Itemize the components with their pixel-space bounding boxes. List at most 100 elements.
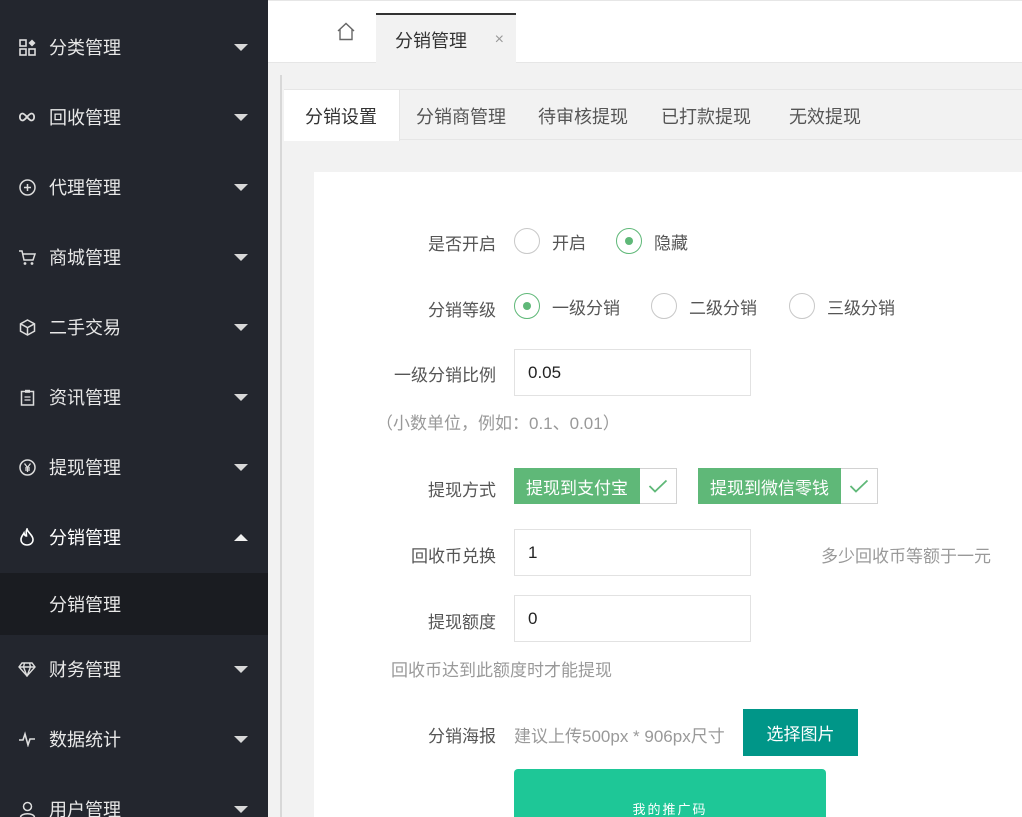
sidebar-item-label: 数据统计 — [49, 730, 121, 750]
radio-circle — [514, 228, 540, 254]
top-tab-bar: 分销管理 × — [268, 0, 1022, 64]
sidebar-subitem-distribution[interactable]: 分销管理 — [0, 573, 268, 635]
sidebar-item-mall[interactable]: 商城管理 — [0, 222, 268, 292]
checkbox-wechat[interactable]: 提现到微信零钱 — [698, 468, 878, 504]
radio-label: 二级分销 — [689, 298, 757, 318]
diamond-icon — [18, 660, 36, 678]
tab-invalid-withdrawals[interactable]: 无效提现 — [789, 90, 861, 141]
checkmark-icon — [640, 468, 677, 504]
radio-level-1[interactable]: 一级分销 — [514, 293, 620, 319]
pulse-icon — [18, 730, 36, 748]
chevron-down-icon — [234, 113, 248, 121]
radio-level-2[interactable]: 二级分销 — [651, 293, 757, 319]
sidebar: 分类管理 回收管理 代理管理 商城管理 二手交易 资讯管理 提现管理 分销管理 … — [0, 0, 268, 817]
chevron-down-icon — [234, 393, 248, 401]
sidebar-item-statistics[interactable]: 数据统计 — [0, 704, 268, 774]
checkbox-label: 提现到微信零钱 — [698, 468, 841, 504]
tab-label: 已打款提现 — [661, 106, 751, 127]
chevron-down-icon — [234, 183, 248, 191]
coin-exchange-label: 回收币兑换 — [411, 547, 496, 566]
chevron-down-icon — [234, 665, 248, 673]
checkbox-label: 提现到支付宝 — [514, 468, 640, 504]
poster-preview: 我的推广码 — [514, 769, 826, 817]
coin-exchange-hint: 多少回收币等额于一元 — [821, 547, 991, 566]
sidebar-item-category[interactable]: 分类管理 — [0, 12, 268, 82]
clipboard-icon — [18, 388, 36, 406]
tab-distribution-settings[interactable]: 分销设置 — [284, 90, 400, 141]
chevron-down-icon — [234, 735, 248, 743]
chevron-down-icon — [234, 805, 248, 813]
page-tab-label: 分销管理 — [395, 30, 467, 51]
sidebar-item-label: 用户管理 — [49, 800, 121, 817]
sub-tabs: 分销设置 分销商管理 待审核提现 已打款提现 无效提现 — [284, 89, 1022, 141]
infinity-icon — [18, 108, 36, 126]
sidebar-item-news[interactable]: 资讯管理 — [0, 362, 268, 432]
enable-label: 是否开启 — [428, 235, 496, 254]
radio-circle — [789, 293, 815, 319]
radio-label: 开启 — [552, 233, 586, 253]
sidebar-item-withdraw[interactable]: 提现管理 — [0, 432, 268, 502]
ratio-label: 一级分销比例 — [394, 366, 496, 385]
poster-size-hint: 建议上传500px * 906px尺寸 — [514, 727, 725, 746]
sidebar-item-agent[interactable]: 代理管理 — [0, 152, 268, 222]
radio-label: 一级分销 — [552, 298, 620, 318]
sidebar-item-label: 财务管理 — [49, 660, 121, 680]
chevron-down-icon — [234, 323, 248, 331]
withdraw-limit-input[interactable]: 0 — [514, 595, 751, 642]
sidebar-item-label: 回收管理 — [49, 108, 121, 128]
radio-label: 三级分销 — [827, 298, 895, 318]
cube-icon — [18, 318, 36, 336]
tab-label: 分销商管理 — [416, 106, 506, 127]
sidebar-item-users[interactable]: 用户管理 — [0, 774, 268, 817]
radio-circle — [616, 228, 642, 254]
tab-label: 无效提现 — [789, 106, 861, 127]
home-icon — [336, 22, 356, 46]
tab-pending-withdrawals[interactable]: 待审核提现 — [538, 90, 628, 141]
coin-exchange-input[interactable]: 1 — [514, 529, 751, 576]
tab-paid-withdrawals[interactable]: 已打款提现 — [661, 90, 751, 141]
tab-label: 分销设置 — [305, 106, 377, 127]
sidebar-item-label: 分销管理 — [49, 528, 121, 548]
sidebar-item-label: 商城管理 — [49, 248, 121, 268]
chevron-up-icon — [234, 533, 248, 541]
close-icon[interactable]: × — [495, 31, 504, 49]
tab-label: 待审核提现 — [538, 106, 628, 127]
level-label: 分销等级 — [428, 301, 496, 320]
radio-circle — [514, 293, 540, 319]
withdraw-limit-label: 提现额度 — [428, 613, 496, 632]
grid-icon — [18, 38, 36, 56]
sidebar-item-label: 分类管理 — [49, 38, 121, 58]
cart-icon — [18, 248, 36, 266]
chevron-down-icon — [234, 253, 248, 261]
select-image-button[interactable]: 选择图片 — [743, 709, 858, 756]
sidebar-item-finance[interactable]: 财务管理 — [0, 634, 268, 704]
checkbox-alipay[interactable]: 提现到支付宝 — [514, 468, 677, 504]
sidebar-item-label: 代理管理 — [49, 178, 121, 198]
user-icon — [18, 800, 36, 817]
sidebar-item-distribution[interactable]: 分销管理 — [0, 502, 268, 572]
flame-icon — [18, 528, 36, 546]
ratio-hint: （小数单位，例如：0.1、0.01） — [376, 414, 620, 433]
yen-circle-icon — [18, 458, 36, 476]
sidebar-item-secondhand[interactable]: 二手交易 — [0, 292, 268, 362]
radio-label: 隐藏 — [654, 233, 688, 253]
checkmark-icon — [841, 468, 878, 504]
radio-enable-hide[interactable]: 隐藏 — [616, 228, 688, 254]
radio-circle — [651, 293, 677, 319]
page-tab-distribution[interactable]: 分销管理 × — [376, 13, 516, 64]
radio-enable-on[interactable]: 开启 — [514, 228, 586, 254]
sidebar-item-recycle[interactable]: 回收管理 — [0, 82, 268, 152]
chevron-down-icon — [234, 463, 248, 471]
sidebar-item-label: 二手交易 — [49, 318, 121, 338]
sidebar-subitem-label: 分销管理 — [49, 595, 121, 615]
poster-label: 分销海报 — [428, 727, 496, 746]
poster-preview-text: 我的推广码 — [632, 802, 708, 817]
withdraw-limit-hint: 回收币达到此额度时才能提现 — [391, 661, 612, 680]
chevron-down-icon — [234, 43, 248, 51]
tab-distributor-management[interactable]: 分销商管理 — [416, 90, 506, 141]
sidebar-item-label: 资讯管理 — [49, 388, 121, 408]
home-tab[interactable] — [328, 19, 364, 49]
plus-circle-icon — [18, 178, 36, 196]
radio-level-3[interactable]: 三级分销 — [789, 293, 895, 319]
ratio-input[interactable]: 0.05 — [514, 349, 751, 396]
